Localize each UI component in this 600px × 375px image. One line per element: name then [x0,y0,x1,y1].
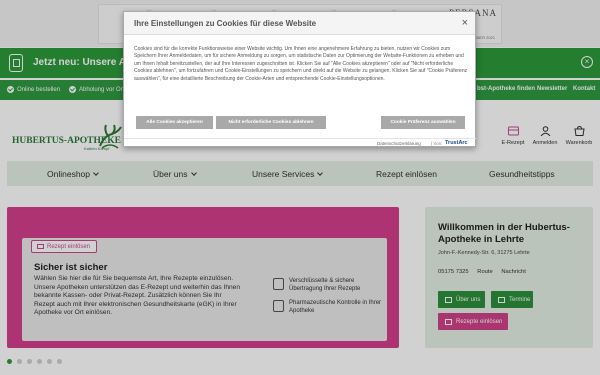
accept-all-cookies-button[interactable]: Alle Cookies akzeptieren [136,116,213,129]
cookie-preferences-button[interactable]: Cookie Präferenz auswählen [381,116,465,129]
privacy-link[interactable]: Datenschutzerklärung [377,141,421,146]
reject-cookies-button[interactable]: Nicht erforderliche Cookies ablehnen [216,116,326,129]
provider-prefix: | Von: [431,141,443,146]
close-icon[interactable]: × [462,17,468,29]
cookie-consent-dialog: Ihre Einstellungen zu Cookies für diese … [123,11,476,147]
cookie-text: Cookies sind für die korrekte Funktionsw… [134,46,468,82]
trustarc-logo[interactable]: TrustArc [445,140,468,146]
cookie-title: Ihre Einstellungen zu Cookies für diese … [124,12,475,35]
cookie-footer: Datenschutzerklärung | Von: TrustArc [124,138,476,148]
